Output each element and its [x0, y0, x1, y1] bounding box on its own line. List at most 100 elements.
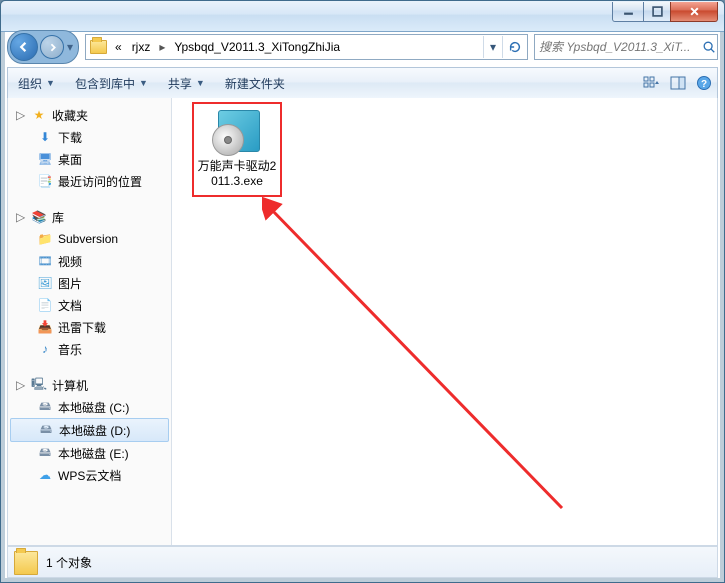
- download-icon: ⬇: [36, 128, 54, 146]
- sidebar-item-drive-d[interactable]: 🖴本地磁盘 (D:): [10, 418, 169, 442]
- breadcrumb-bar[interactable]: « rjxz ▸ Ypsbqd_V2011.3_XiTongZhiJia ▾: [85, 34, 528, 60]
- newfolder-label: 新建文件夹: [225, 75, 285, 92]
- breadcrumb-dropdown[interactable]: ▾: [483, 36, 502, 58]
- recent-icon: 📑: [36, 172, 54, 190]
- status-bar: 1 个对象: [7, 546, 718, 578]
- favorites-group: ▷ ★ 收藏夹 ⬇下载 🖥桌面 📑最近访问的位置: [8, 104, 171, 192]
- tree: ▷ ★ 收藏夹 ⬇下载 🖥桌面 📑最近访问的位置 ▷ 📚 库 📁 Subversi…: [8, 98, 171, 506]
- expand-icon[interactable]: ▷: [16, 210, 26, 224]
- share-menu[interactable]: 共享▼: [158, 69, 215, 97]
- item-label: 桌面: [58, 151, 82, 168]
- file-item-exe[interactable]: 万能声卡驱动2011.3.exe: [192, 102, 282, 197]
- sidebar-item-recent[interactable]: 📑最近访问的位置: [8, 170, 171, 192]
- computer-label: 计算机: [52, 377, 88, 394]
- share-label: 共享: [168, 75, 192, 92]
- folder-icon: [88, 37, 108, 57]
- command-bar: 组织▼ 包含到库中▼ 共享▼ 新建文件夹 ?: [7, 67, 718, 99]
- item-label: 本地磁盘 (D:): [59, 422, 130, 439]
- preview-pane-button[interactable]: [665, 70, 691, 96]
- include-library-menu[interactable]: 包含到库中▼: [65, 69, 158, 97]
- window-controls: [613, 2, 718, 22]
- annotation-arrow: [262, 168, 582, 548]
- drive-icon: 🖴: [36, 444, 54, 462]
- breadcrumb-seg-current[interactable]: Ypsbqd_V2011.3_XiTongZhiJia: [169, 35, 345, 59]
- item-label: Subversion: [58, 232, 118, 246]
- nav-history-dropdown[interactable]: ▾: [64, 40, 76, 54]
- libraries-label: 库: [52, 209, 64, 226]
- forward-button[interactable]: [40, 35, 64, 59]
- item-label: 本地磁盘 (E:): [58, 445, 129, 462]
- item-label: 音乐: [58, 341, 82, 358]
- sidebar-item-desktop[interactable]: 🖥桌面: [8, 148, 171, 170]
- sidebar-item-pictures[interactable]: 🖼图片: [8, 272, 171, 294]
- libraries-group: ▷ 📚 库 📁 Subversion 🎞视频 🖼图片 📄文档 📥迅雷下载 ♪音乐: [8, 206, 171, 360]
- breadcrumb-seg-rjxz[interactable]: rjxz: [127, 35, 156, 59]
- sidebar-item-downloads[interactable]: ⬇下载: [8, 126, 171, 148]
- item-label: 下载: [58, 129, 82, 146]
- drive-icon: 🖴: [36, 398, 54, 416]
- help-button[interactable]: ?: [691, 70, 717, 96]
- sidebar-item-wps-cloud[interactable]: ☁WPS云文档: [8, 464, 171, 486]
- address-bar: ▾ « rjxz ▸ Ypsbqd_V2011.3_XiTongZhiJia ▾: [7, 31, 718, 63]
- drive-icon: 🖴: [37, 421, 55, 439]
- navigation-pane[interactable]: ▷ ★ 收藏夹 ⬇下载 🖥桌面 📑最近访问的位置 ▷ 📚 库 📁 Subversi…: [8, 98, 172, 545]
- libraries-header[interactable]: ▷ 📚 库: [8, 206, 171, 228]
- titlebar[interactable]: [1, 1, 724, 32]
- search-box[interactable]: [534, 34, 718, 60]
- picture-icon: 🖼: [36, 274, 54, 292]
- new-folder-button[interactable]: 新建文件夹: [215, 69, 295, 97]
- installer-icon: [210, 108, 264, 156]
- breadcrumb-separator[interactable]: ▸: [155, 40, 169, 54]
- include-label: 包含到库中: [75, 75, 135, 92]
- document-icon: 📄: [36, 296, 54, 314]
- cloud-icon: ☁: [36, 466, 54, 484]
- svg-text:?: ?: [701, 79, 707, 90]
- favorites-header[interactable]: ▷ ★ 收藏夹: [8, 104, 171, 126]
- sidebar-item-xunlei[interactable]: 📥迅雷下载: [8, 316, 171, 338]
- client-area: ▷ ★ 收藏夹 ⬇下载 🖥桌面 📑最近访问的位置 ▷ 📚 库 📁 Subversi…: [7, 98, 718, 546]
- file-list-area[interactable]: 万能声卡驱动2011.3.exe: [172, 98, 717, 545]
- item-label: 文档: [58, 297, 82, 314]
- search-icon[interactable]: [700, 36, 717, 58]
- libraries-icon: 📚: [30, 208, 48, 226]
- subversion-icon: 📁: [36, 230, 54, 248]
- sidebar-item-subversion[interactable]: 📁 Subversion: [8, 228, 171, 250]
- item-label: 本地磁盘 (C:): [58, 399, 129, 416]
- file-name-label: 万能声卡驱动2011.3.exe: [196, 159, 278, 189]
- sidebar-item-documents[interactable]: 📄文档: [8, 294, 171, 316]
- nav-buttons: ▾: [7, 30, 79, 64]
- video-icon: 🎞: [36, 252, 54, 270]
- item-label: 图片: [58, 275, 82, 292]
- computer-header[interactable]: ▷ 🖳 计算机: [8, 374, 171, 396]
- xunlei-icon: 📥: [36, 318, 54, 336]
- view-options-button[interactable]: [639, 70, 665, 96]
- sidebar-item-drive-e[interactable]: 🖴本地磁盘 (E:): [8, 442, 171, 464]
- status-text: 1 个对象: [46, 554, 92, 571]
- music-icon: ♪: [36, 340, 54, 358]
- close-button[interactable]: [670, 2, 718, 22]
- computer-icon: 🖳: [30, 376, 48, 394]
- search-input[interactable]: [535, 40, 700, 54]
- organize-label: 组织: [18, 75, 42, 92]
- sidebar-item-videos[interactable]: 🎞视频: [8, 250, 171, 272]
- folder-icon: [14, 551, 36, 573]
- sidebar-item-drive-c[interactable]: 🖴本地磁盘 (C:): [8, 396, 171, 418]
- star-icon: ★: [30, 106, 48, 124]
- refresh-button[interactable]: [502, 36, 527, 58]
- favorites-label: 收藏夹: [52, 107, 88, 124]
- item-label: 最近访问的位置: [58, 173, 142, 190]
- sidebar-item-music[interactable]: ♪音乐: [8, 338, 171, 360]
- maximize-button[interactable]: [643, 2, 671, 22]
- expand-icon[interactable]: ▷: [16, 108, 26, 122]
- back-button[interactable]: [10, 33, 38, 61]
- organize-menu[interactable]: 组织▼: [8, 69, 65, 97]
- explorer-window: ▾ « rjxz ▸ Ypsbqd_V2011.3_XiTongZhiJia ▾…: [0, 0, 725, 583]
- expand-icon[interactable]: ▷: [16, 378, 26, 392]
- desktop-icon: 🖥: [36, 150, 54, 168]
- item-label: WPS云文档: [58, 467, 121, 484]
- item-label: 迅雷下载: [58, 319, 106, 336]
- breadcrumb-overflow[interactable]: «: [110, 35, 127, 59]
- minimize-button[interactable]: [612, 2, 644, 22]
- item-label: 视频: [58, 253, 82, 270]
- computer-group: ▷ 🖳 计算机 🖴本地磁盘 (C:) 🖴本地磁盘 (D:) 🖴本地磁盘 (E:)…: [8, 374, 171, 486]
